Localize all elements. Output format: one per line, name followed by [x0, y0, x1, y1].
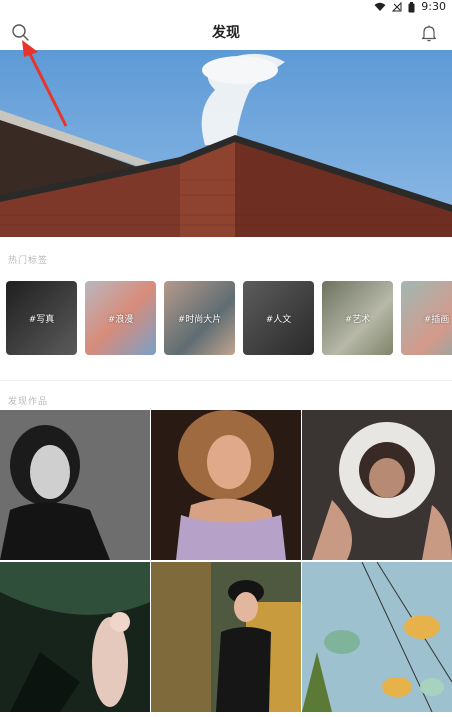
- work-image: [0, 410, 150, 560]
- hot-tags-title: 热门标签: [8, 256, 49, 266]
- work-item[interactable]: [151, 410, 301, 560]
- work-item[interactable]: [151, 562, 301, 712]
- hot-tags-row: #写真 #浪漫 #时尚大片 #人文 #艺术 #插画: [6, 281, 452, 355]
- top-bar: 发现: [0, 14, 452, 50]
- work-item[interactable]: [302, 410, 452, 560]
- tag-item[interactable]: #时尚大片: [164, 281, 235, 355]
- page-title: 发现: [212, 25, 240, 41]
- hero-banner[interactable]: [0, 50, 452, 237]
- status-time: 9:30: [421, 0, 446, 13]
- battery-icon: [408, 1, 415, 12]
- wifi-icon: [374, 2, 386, 11]
- tag-item[interactable]: #插画: [401, 281, 452, 355]
- tag-item[interactable]: #人文: [243, 281, 314, 355]
- bell-icon: [421, 25, 437, 42]
- discover-title: 发现作品: [8, 397, 49, 407]
- section-divider: [0, 380, 452, 381]
- tag-item[interactable]: #艺术: [322, 281, 393, 355]
- signal-icon: [392, 2, 402, 12]
- work-image: [302, 410, 452, 560]
- tag-item[interactable]: #写真: [6, 281, 77, 355]
- hero-image: [0, 50, 452, 237]
- work-image: [151, 562, 301, 712]
- work-item[interactable]: [302, 562, 452, 712]
- status-bar: 9:30: [0, 0, 452, 14]
- tag-item[interactable]: #浪漫: [85, 281, 156, 355]
- works-grid: [0, 410, 452, 712]
- work-item[interactable]: [0, 410, 150, 560]
- work-image: [302, 562, 452, 712]
- work-image: [151, 410, 301, 560]
- work-image: [0, 562, 150, 712]
- work-item[interactable]: [0, 562, 150, 712]
- notification-button[interactable]: [418, 22, 440, 44]
